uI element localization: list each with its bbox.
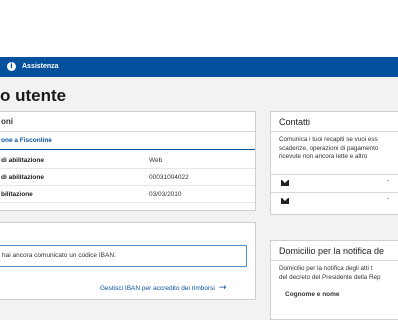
contact-value: - [387,196,390,203]
header-area [0,0,398,57]
gestisci-iban-link[interactable]: Gestisci IBAN per accredito dei rimborsi… [100,283,226,293]
abilitazioni-card: oni one a Fisconline di abilitazione Web… [0,111,256,211]
domicilio-header: Domicilio per la notifica de [271,241,398,261]
info-row-value: Web [149,157,163,164]
domicilio-text-line: del decreto del Presidente della Rep [279,273,381,281]
info-row-value: 00031004022 [149,174,189,181]
info-row: di abilitazione Web [0,152,255,169]
page-title: o utente [0,86,67,105]
fisconline-label: one a Fisconline [0,132,255,150]
envelope-icon [281,198,289,204]
info-row-label: di abilitazione [1,157,44,164]
info-row: di abilitazione 00031004022 [0,169,255,186]
info-row: bilitazione 03/03/2010 [0,186,255,203]
info-row-label: di abilitazione [1,174,44,181]
info-row-label: bilitazione [1,191,33,198]
iban-notice: hai ancora comunicato un codice IBAN. [0,245,247,267]
assistenza-link[interactable]: i Assistenza [7,61,59,72]
top-navbar: i Assistenza [0,57,398,77]
contatti-card: Contatti Comunica i tuoi recapiti se vuo… [270,111,398,215]
domicilio-description: Domicilio per la notifica degli atti t d… [271,261,398,287]
domicilio-card: Domicilio per la notifica de Domicilio p… [270,240,398,320]
contatti-header: Contatti [271,112,398,132]
contact-row: - [271,192,398,210]
contatti-text-line: Comunica i tuoi recapiti se vuoi ess [279,136,378,143]
iban-card: hai ancora comunicato un codice IBAN. Ge… [0,222,256,300]
arrow-right-icon: → [218,283,227,293]
contatti-text-line: ricevute non ancora lette e altro [279,153,368,160]
contatti-text-line: scadenze, operazioni di pagamento [279,144,379,152]
info-row-value: 03/03/2010 [149,191,182,198]
cognome-nome-label: Cognome e nome [285,291,340,298]
gestisci-iban-label: Gestisci IBAN per accredito dei rimborsi [100,284,215,292]
assistenza-label: Assistenza [22,63,59,70]
contact-row: - [271,174,398,192]
contatti-description: Comunica i tuoi recapiti se vuoi ess sca… [271,132,398,174]
contact-value: - [387,178,390,185]
info-icon: i [7,62,16,71]
envelope-icon [281,180,289,186]
domicilio-text-line: Domicilio per la notifica degli atti t [279,265,373,272]
abilitazioni-header: oni [0,112,255,132]
